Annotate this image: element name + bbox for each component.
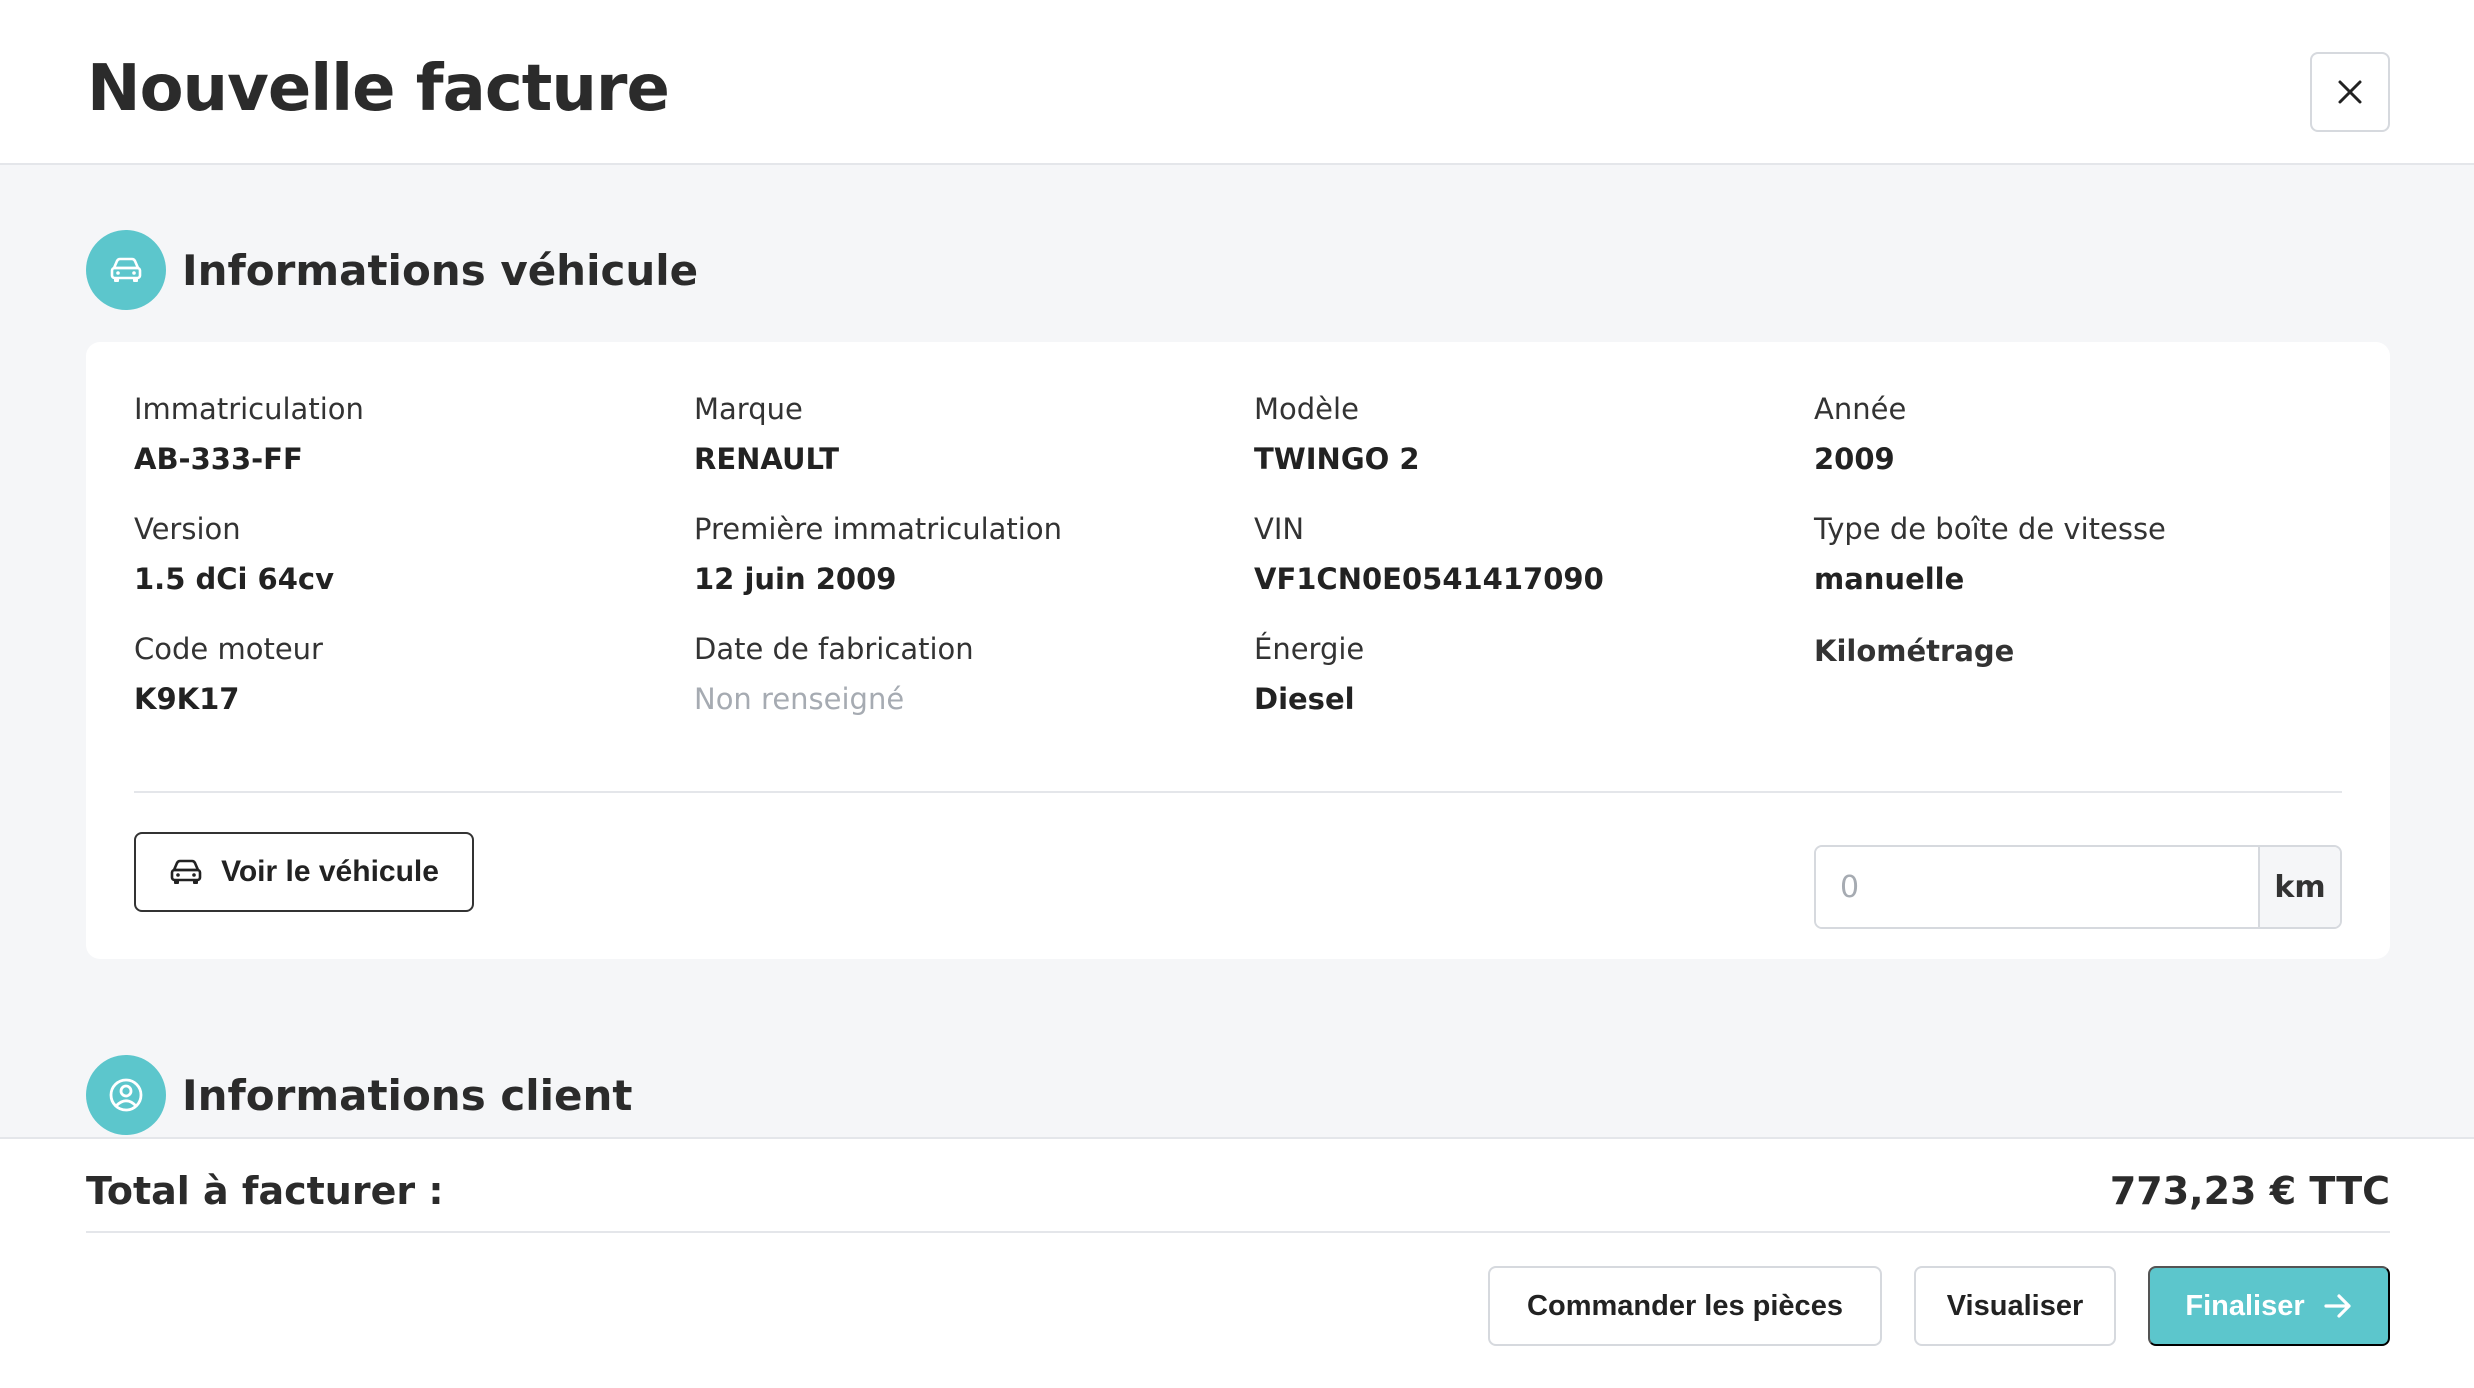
client-section-title: Informations client (182, 1070, 633, 1120)
page-title: Nouvelle facture (87, 52, 670, 126)
total-label: Total à facturer : (86, 1169, 444, 1213)
vehicle-section-header: Informations véhicule (86, 230, 698, 310)
card-divider (134, 791, 2342, 793)
finalize-label: Finaliser (2185, 1289, 2305, 1322)
order-parts-button[interactable]: Commander les pièces (1488, 1266, 1882, 1346)
view-vehicle-button[interactable]: Voir le véhicule (134, 832, 474, 912)
total-value: 773,23 € TTC (2109, 1169, 2390, 1213)
user-circle-icon (109, 1078, 143, 1112)
close-button[interactable] (2310, 52, 2390, 132)
vehicle-section-title: Informations véhicule (182, 245, 699, 295)
mileage-label: Kilométrage (1814, 634, 2015, 668)
field-marque: Marque RENAULT (694, 392, 839, 476)
field-vin: VIN VF1CN0E0541417090 (1254, 512, 1604, 596)
footer-divider (86, 1231, 2390, 1233)
modal-footer: Total à facturer : 773,23 € TTC Commande… (0, 1137, 2474, 1388)
field-modele: Modèle TWINGO 2 (1254, 392, 1420, 476)
view-vehicle-label: Voir le véhicule (221, 855, 439, 888)
client-section-header: Informations client (86, 1055, 632, 1135)
car-icon (170, 859, 202, 884)
field-annee: Année 2009 (1814, 392, 1907, 476)
field-energie: Énergie Diesel (1254, 632, 1365, 716)
modal-header: Nouvelle facture (0, 0, 2474, 165)
close-icon (2338, 80, 2362, 104)
car-icon (110, 257, 142, 282)
field-date-fabrication: Date de fabrication Non renseigné (694, 632, 974, 716)
field-version: Version 1.5 dCi 64cv (134, 512, 334, 596)
field-boite-vitesse: Type de boîte de vitesse manuelle (1814, 512, 2166, 596)
field-premiere-immatriculation: Première immatriculation 12 juin 2009 (694, 512, 1062, 596)
finalize-button[interactable]: Finaliser (2148, 1266, 2390, 1346)
mileage-input-group: km (1814, 845, 2342, 929)
modal-body[interactable]: Informations véhicule Immatriculation AB… (0, 165, 2474, 1137)
field-immatriculation: Immatriculation AB-333-FF (134, 392, 364, 476)
arrow-right-icon (2324, 1294, 2351, 1318)
preview-button[interactable]: Visualiser (1914, 1266, 2116, 1346)
mileage-unit: km (2258, 847, 2340, 927)
field-kilometrage: Kilométrage (1814, 634, 2014, 668)
mileage-input[interactable] (1816, 847, 2258, 927)
field-code-moteur: Code moteur K9K17 (134, 632, 323, 716)
